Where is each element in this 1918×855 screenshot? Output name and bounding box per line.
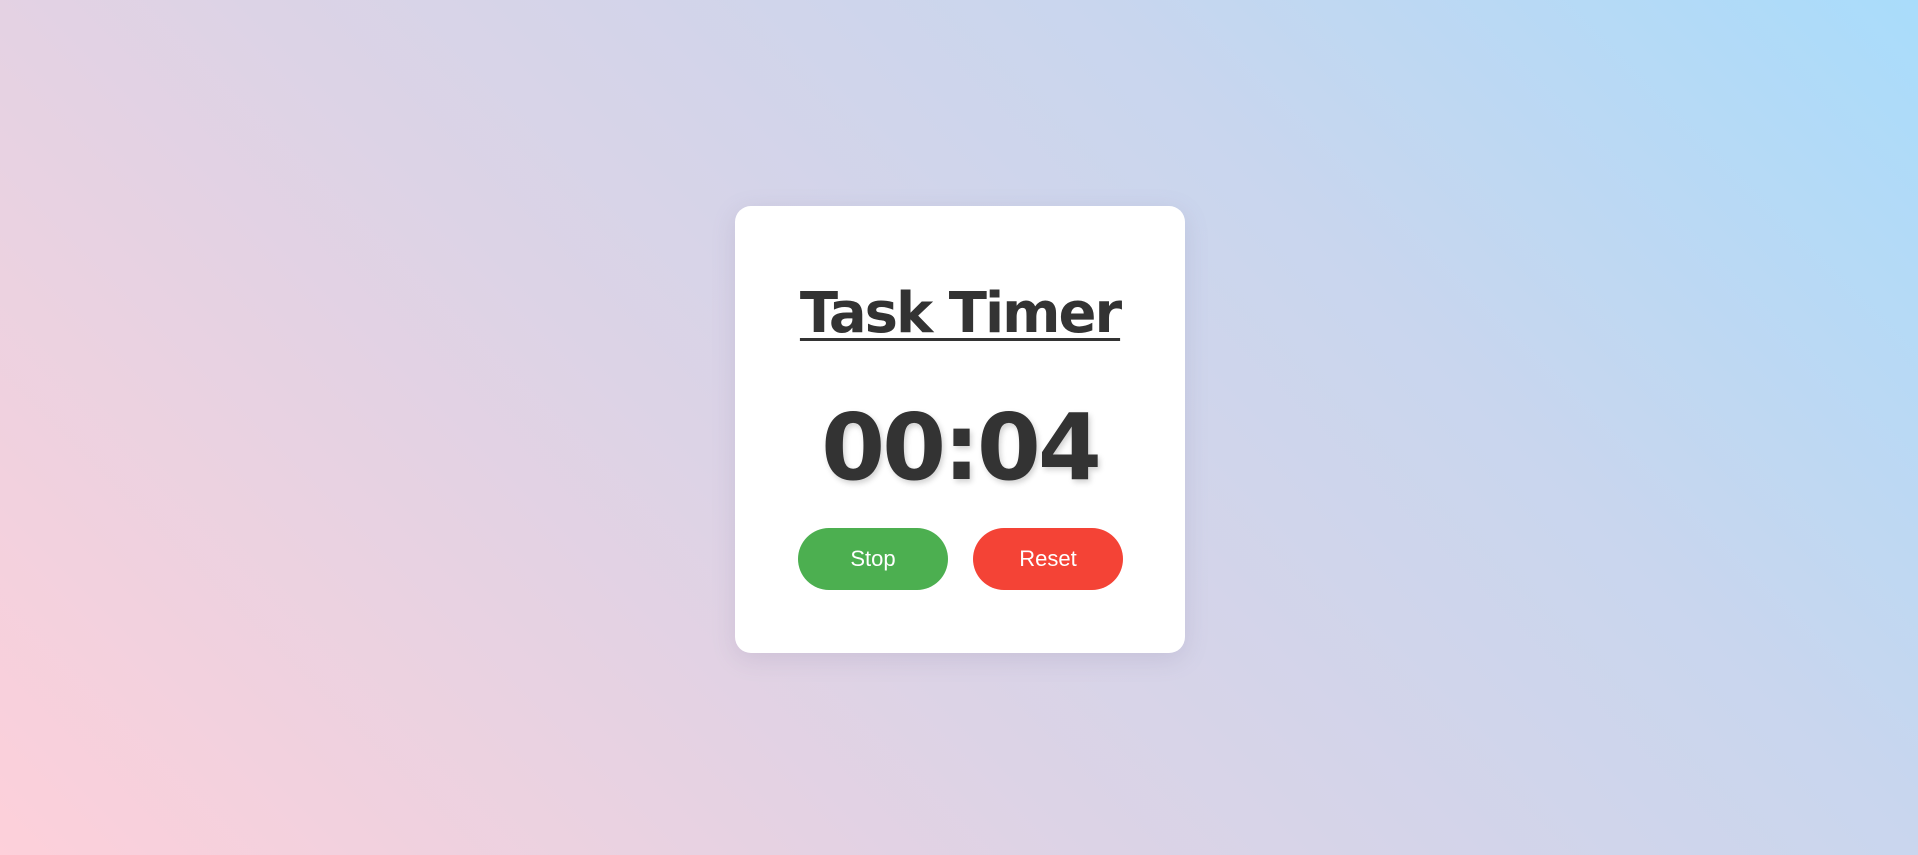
timer-title: Task Timer [799, 281, 1122, 346]
timer-card: Task Timer 00:04 Stop Reset [735, 206, 1185, 653]
timer-display: 00:04 [821, 394, 1102, 501]
stop-button[interactable]: Stop [798, 528, 948, 590]
reset-button[interactable]: Reset [973, 528, 1123, 590]
